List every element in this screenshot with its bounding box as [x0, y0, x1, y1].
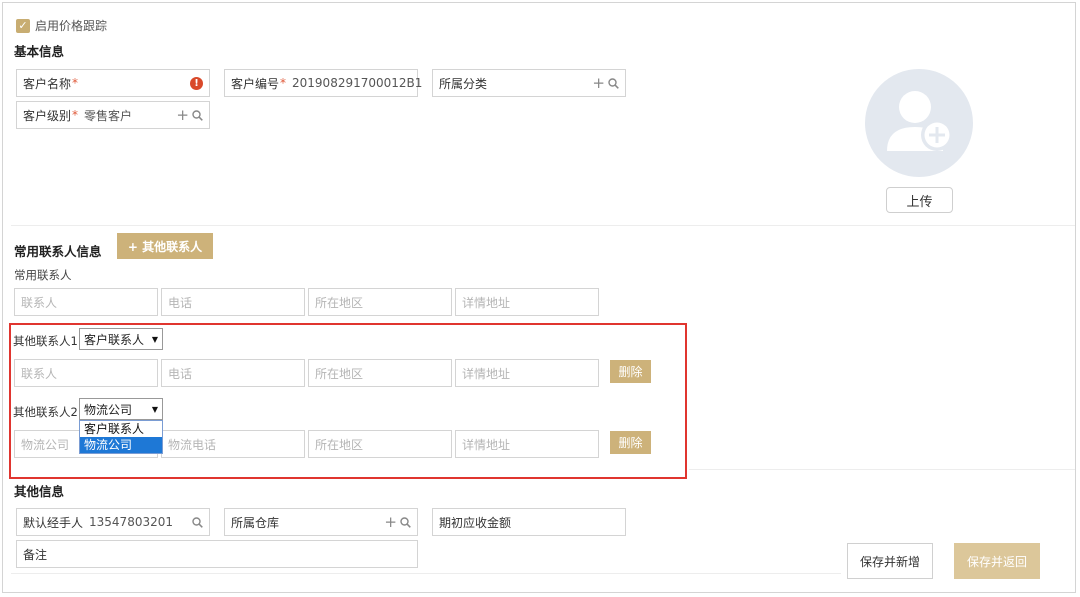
- placeholder: 详情地址: [462, 295, 511, 310]
- customer-name-label: 客户名称: [23, 76, 72, 91]
- warehouse-label: 所属仓库: [231, 515, 280, 530]
- error-icon: !: [190, 76, 203, 90]
- common-contact-label: 常用联系人: [14, 268, 72, 282]
- common-contact-input[interactable]: 联系人: [14, 288, 158, 316]
- select-value: 物流公司: [84, 402, 133, 417]
- other2-address-input[interactable]: 详情地址: [455, 430, 599, 458]
- search-icon[interactable]: [192, 109, 203, 121]
- check-icon: ✓: [18, 19, 28, 32]
- customer-level-value: 零售客户: [84, 108, 133, 123]
- placeholder: 所在地区: [315, 437, 364, 452]
- placeholder: 联系人: [21, 295, 58, 310]
- placeholder: 详情地址: [462, 437, 511, 452]
- category-label: 所属分类: [439, 76, 488, 91]
- other1-address-input[interactable]: 详情地址: [455, 359, 599, 387]
- plus-icon[interactable]: +: [592, 76, 605, 91]
- search-icon[interactable]: [608, 77, 619, 89]
- other-contact-1-type-select[interactable]: 客户联系人 ▼: [79, 328, 163, 350]
- customer-code-label: 客户编号: [231, 76, 280, 91]
- other2-region-input[interactable]: 所在地区: [308, 430, 452, 458]
- handler-field[interactable]: 默认经手人 13547803201: [16, 508, 210, 536]
- placeholder: 详情地址: [462, 366, 511, 381]
- other-info-title: 其他信息: [14, 484, 65, 499]
- customer-level-field[interactable]: 客户级别 * 零售客户 +: [16, 101, 210, 129]
- upload-button[interactable]: 上传: [886, 187, 953, 213]
- other2-phone-input[interactable]: 物流电话: [161, 430, 305, 458]
- dropdown-option-logistics-company[interactable]: 物流公司: [80, 437, 162, 453]
- customer-name-field[interactable]: 客户名称 * !: [16, 69, 210, 97]
- remark-label: 备注: [23, 547, 48, 562]
- add-other-contact-button[interactable]: + 其他联系人: [117, 233, 213, 259]
- save-and-return-button[interactable]: 保存并返回: [954, 543, 1040, 579]
- save-and-new-button[interactable]: 保存并新增: [847, 543, 933, 579]
- contact-type-dropdown: 客户联系人 物流公司: [79, 420, 163, 454]
- delete-other-contact-2-button[interactable]: 删除: [610, 431, 651, 454]
- placeholder: 物流电话: [168, 437, 217, 452]
- remark-field[interactable]: 备注: [16, 540, 418, 568]
- placeholder: 所在地区: [315, 295, 364, 310]
- divider: [11, 225, 1075, 226]
- dropdown-option-customer-contact[interactable]: 客户联系人: [80, 421, 162, 437]
- placeholder: 所在地区: [315, 366, 364, 381]
- common-address-input[interactable]: 详情地址: [455, 288, 599, 316]
- category-field[interactable]: 所属分类 +: [432, 69, 626, 97]
- required-mark: *: [280, 76, 287, 90]
- warehouse-field[interactable]: 所属仓库 +: [224, 508, 418, 536]
- divider: [11, 573, 841, 574]
- avatar-placeholder[interactable]: [865, 69, 973, 177]
- caret-down-icon: ▼: [151, 334, 158, 344]
- delete-other-contact-1-button[interactable]: 删除: [610, 360, 651, 383]
- price-tracking-checkbox[interactable]: ✓: [16, 19, 30, 33]
- other1-phone-input[interactable]: 电话: [161, 359, 305, 387]
- basic-info-title: 基本信息: [14, 44, 65, 59]
- customer-form-window: ✓ 启用价格跟踪 基本信息 客户名称 * ! 客户编号 * 201908291700…: [2, 2, 1076, 593]
- caret-down-icon: ▼: [151, 404, 158, 414]
- plus-icon[interactable]: +: [384, 515, 397, 530]
- search-icon[interactable]: [400, 516, 411, 528]
- contacts-title: 常用联系人信息: [14, 244, 102, 259]
- other1-contact-input[interactable]: 联系人: [14, 359, 158, 387]
- price-tracking-label: 启用价格跟踪: [35, 19, 108, 33]
- customer-code-field[interactable]: 客户编号 * 2019082917000​12B1: [224, 69, 422, 97]
- divider: [689, 469, 1075, 470]
- common-region-input[interactable]: 所在地区: [308, 288, 452, 316]
- select-value: 客户联系人: [84, 332, 145, 347]
- search-icon[interactable]: [192, 516, 203, 528]
- placeholder: 电话: [168, 295, 193, 310]
- placeholder: 电话: [168, 366, 193, 381]
- other-contact-2-type-select[interactable]: 物流公司 ▼: [79, 398, 163, 420]
- other1-region-input[interactable]: 所在地区: [308, 359, 452, 387]
- customer-code-value: 2019082917000​12B1: [292, 76, 423, 90]
- receivable-label: 期初应收金额: [439, 515, 512, 530]
- placeholder: 联系人: [21, 366, 58, 381]
- customer-level-label: 客户级别: [23, 108, 72, 123]
- handler-value: 13547803201: [89, 515, 173, 529]
- other-contact-2-label: 其他联系人2: [13, 405, 78, 419]
- placeholder: 物流公司: [21, 437, 70, 452]
- plus-icon[interactable]: +: [176, 108, 189, 123]
- required-mark: *: [72, 108, 79, 122]
- user-add-icon: [887, 91, 953, 151]
- common-phone-input[interactable]: 电话: [161, 288, 305, 316]
- other-contact-1-label: 其他联系人1: [13, 334, 78, 348]
- receivable-field[interactable]: 期初应收金额: [432, 508, 626, 536]
- handler-label: 默认经手人: [23, 515, 84, 530]
- required-mark: *: [72, 76, 79, 90]
